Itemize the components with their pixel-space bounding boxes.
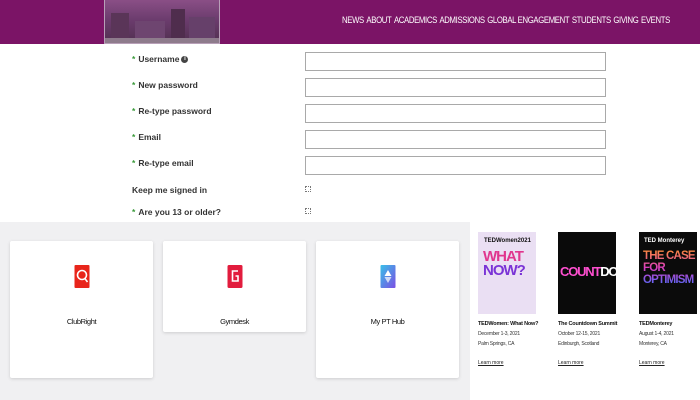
app-card-clubright[interactable]: ClubRight: [10, 241, 153, 378]
username-row: * Username i: [132, 52, 612, 71]
retype-password-input[interactable]: [305, 104, 606, 123]
event-image-text: COUNTDOWN: [560, 264, 616, 279]
required-mark: *: [132, 106, 136, 116]
new-password-label: * New password: [132, 80, 198, 90]
nav-admissions[interactable]: ADMISSIONS: [439, 15, 485, 25]
clubright-icon: [74, 265, 89, 288]
required-mark: *: [132, 132, 136, 142]
event-image-brand: TEDWomen2021: [484, 238, 531, 244]
new-password-row: * New password: [132, 78, 612, 97]
nav-about[interactable]: ABOUT: [366, 15, 391, 25]
building-shape: [111, 13, 129, 39]
event-place: Monterey, CA: [639, 341, 667, 347]
mypthub-icon: [380, 265, 395, 288]
event-place: Palm Springs, CA: [478, 341, 515, 347]
required-mark: *: [132, 158, 136, 168]
campus-photo-logo[interactable]: [104, 0, 220, 44]
ground-strip: [105, 38, 219, 43]
nav-news[interactable]: NEWS: [342, 15, 364, 25]
username-label: * Username i: [132, 54, 189, 64]
event-title: TEDWomen: What Now?: [478, 321, 539, 327]
app-name: Gymdesk: [220, 317, 249, 326]
email-input[interactable]: [305, 130, 606, 149]
gymdesk-icon: [227, 265, 242, 288]
retype-email-input[interactable]: [305, 156, 606, 175]
event-title: TEDMonterey: [639, 321, 673, 327]
retype-email-label: * Re-type email: [132, 158, 194, 168]
nav-academics[interactable]: ACADEMICS: [394, 15, 437, 25]
event-image[interactable]: TEDWomen2021 WHAT NOW?: [478, 232, 536, 314]
retype-password-row: * Re-type password: [132, 104, 612, 123]
age-checkbox[interactable]: [305, 208, 311, 214]
event-date: October 12-15, 2021: [558, 331, 601, 337]
required-mark: *: [132, 207, 136, 217]
age-label: * Are you 13 or older?: [132, 207, 221, 217]
nav-students[interactable]: STUDENTS: [572, 15, 611, 25]
main-nav: NEWS ABOUT ACADEMICS ADMISSIONS GLOBAL E…: [342, 15, 700, 25]
event-title: The Countdown Summit: [558, 321, 618, 327]
event-card-countdown: COUNTDOWN The Countdown Summit October 1…: [558, 232, 618, 369]
top-navigation-bar: NEWS ABOUT ACADEMICS ADMISSIONS GLOBAL E…: [0, 0, 700, 44]
app-name: My PT Hub: [370, 317, 405, 326]
username-input[interactable]: [305, 52, 606, 71]
required-mark: *: [132, 80, 136, 90]
building-shape: [171, 9, 185, 39]
new-password-input[interactable]: [305, 78, 606, 97]
building-shape: [189, 17, 215, 39]
event-date: August 1-4, 2021: [639, 331, 674, 337]
learn-more-link[interactable]: Learn more: [639, 360, 665, 366]
event-image-text: WHAT NOW?: [483, 248, 526, 279]
retype-email-row: * Re-type email: [132, 156, 612, 175]
event-card-tedwomen: TEDWomen2021 WHAT NOW? TEDWomen: What Now…: [478, 232, 538, 369]
event-card-tedmonterey: TED Monterey THE CASE FOR OPTIMISM TEDMon…: [639, 232, 699, 369]
info-icon[interactable]: i: [181, 56, 189, 64]
event-image-text: THE CASE FOR OPTIMISM: [643, 250, 697, 286]
events-panel: TEDWomen2021 WHAT NOW? TEDWomen: What Now…: [470, 222, 700, 400]
event-date: December 1-3, 2021: [478, 331, 520, 337]
event-place: Edinburgh, Scotland: [558, 341, 600, 347]
nav-giving[interactable]: GIVING: [613, 15, 638, 25]
email-label: * Email: [132, 132, 161, 142]
keep-signed-checkbox[interactable]: [305, 186, 311, 192]
age-row: * Are you 13 or older?: [132, 205, 612, 223]
required-mark: *: [132, 54, 136, 64]
event-image-brand: TED Monterey: [644, 238, 685, 244]
retype-password-label: * Re-type password: [132, 106, 212, 116]
email-row: * Email: [132, 130, 612, 149]
learn-more-link[interactable]: Learn more: [478, 360, 504, 366]
event-image[interactable]: TED Monterey THE CASE FOR OPTIMISM: [639, 232, 697, 314]
building-shape: [135, 21, 165, 39]
event-image[interactable]: COUNTDOWN: [558, 232, 616, 314]
nav-events[interactable]: EVENTS: [641, 15, 670, 25]
keep-signed-row: Keep me signed in: [132, 183, 612, 201]
apps-panel: ClubRight Gymdesk My PT Hub: [0, 222, 470, 400]
keep-signed-label: Keep me signed in: [132, 185, 208, 195]
app-name: ClubRight: [66, 317, 97, 326]
learn-more-link[interactable]: Learn more: [558, 360, 584, 366]
app-card-gymdesk[interactable]: Gymdesk: [163, 241, 306, 332]
nav-global-engagement[interactable]: GLOBAL ENGAGEMENT: [487, 15, 569, 25]
app-card-mypthub[interactable]: My PT Hub: [316, 241, 459, 378]
